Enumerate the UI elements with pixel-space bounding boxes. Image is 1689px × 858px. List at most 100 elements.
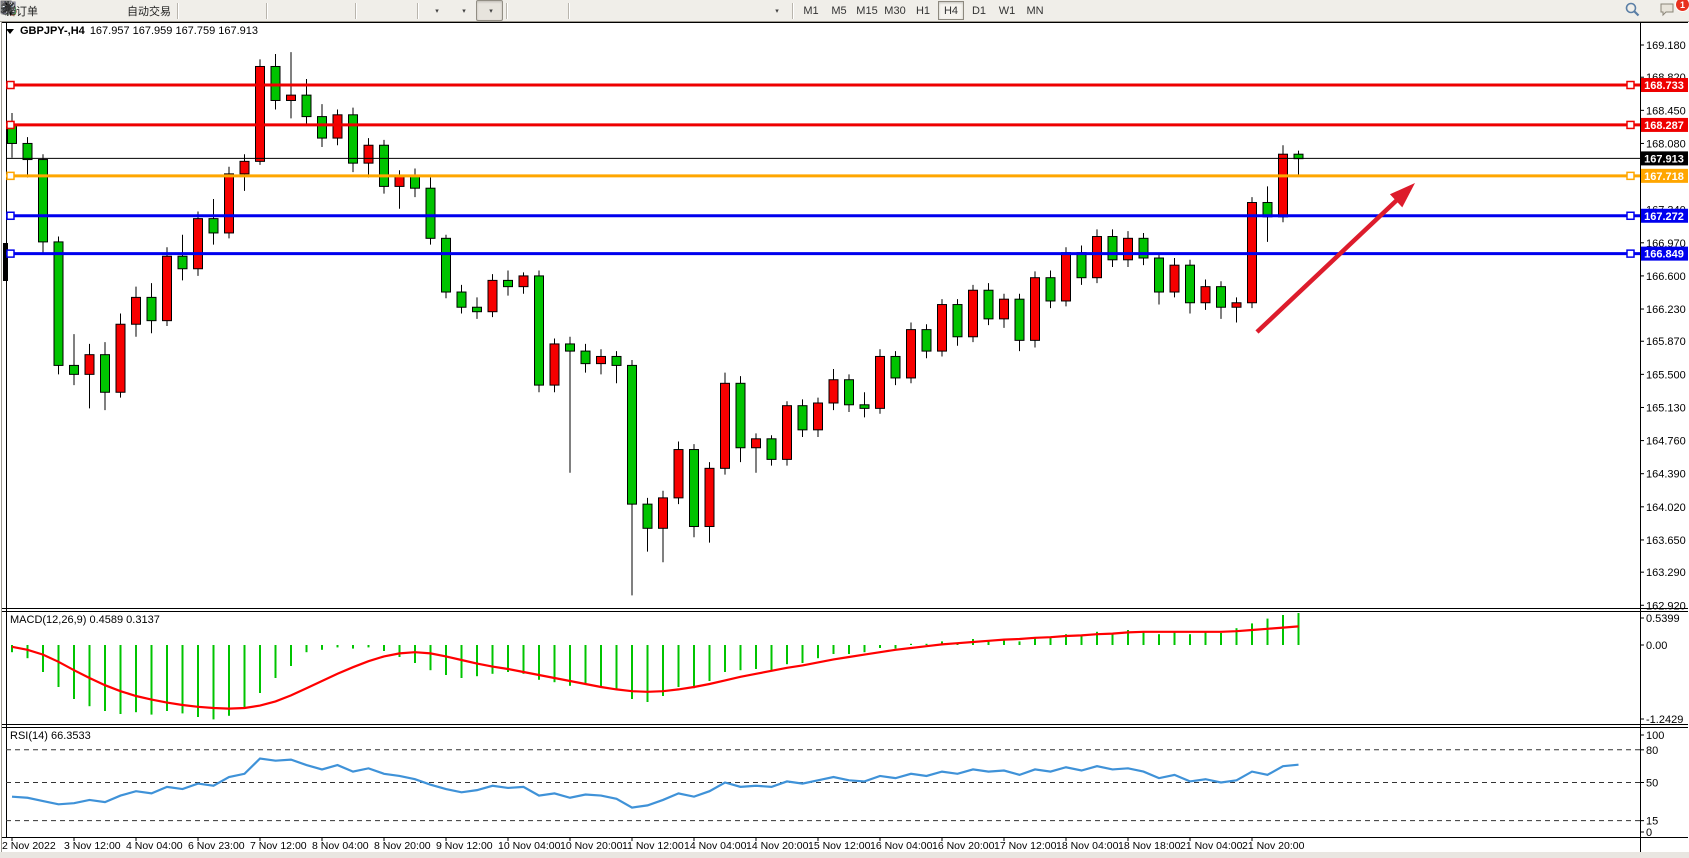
chevron-down-icon[interactable]: ▾ bbox=[462, 7, 466, 15]
shapes-button[interactable]: ▾ bbox=[762, 0, 789, 21]
svg-text:167.913: 167.913 bbox=[1644, 153, 1684, 165]
svg-text:168.450: 168.450 bbox=[1646, 105, 1686, 117]
auto-trading-button-label: 自动交易 bbox=[127, 3, 171, 19]
trendline-button[interactable] bbox=[627, 0, 654, 21]
svg-text:18 Nov 04:00: 18 Nov 04:00 bbox=[1056, 840, 1119, 852]
tile-windows-button[interactable] bbox=[325, 0, 352, 21]
svg-text:80: 80 bbox=[1646, 745, 1658, 757]
chevron-down-icon[interactable]: ▾ bbox=[489, 7, 493, 15]
timeframe-h4-button[interactable]: H4 bbox=[938, 1, 964, 20]
cursor-button[interactable] bbox=[511, 0, 538, 21]
timeframe-m5-button[interactable]: M5 bbox=[826, 1, 852, 20]
svg-text:4 Nov 04:00: 4 Nov 04:00 bbox=[126, 840, 183, 852]
svg-text:18 Nov 18:00: 18 Nov 18:00 bbox=[1118, 840, 1181, 852]
svg-text:167.272: 167.272 bbox=[1644, 211, 1684, 223]
label-button[interactable]: T bbox=[735, 0, 762, 21]
timeframe-w1-button[interactable]: W1 bbox=[994, 1, 1020, 20]
add-indicator-button[interactable]: ▾ bbox=[422, 0, 449, 21]
svg-text:165.130: 165.130 bbox=[1646, 402, 1686, 414]
toolbar-right-icons: 1 bbox=[1623, 0, 1685, 21]
chevron-down-icon[interactable]: ▾ bbox=[435, 7, 439, 15]
chat-button[interactable]: 1 bbox=[1658, 0, 1685, 21]
svg-text:100: 100 bbox=[1646, 730, 1664, 742]
svg-text:9 Nov 12:00: 9 Nov 12:00 bbox=[436, 840, 493, 852]
chevron-down-icon[interactable] bbox=[6, 29, 14, 34]
indicator-up-button[interactable] bbox=[387, 0, 414, 21]
svg-text:164.020: 164.020 bbox=[1646, 502, 1686, 514]
svg-text:0: 0 bbox=[1646, 827, 1652, 839]
svg-text:168.733: 168.733 bbox=[1644, 80, 1684, 92]
svg-text:163.650: 163.650 bbox=[1646, 535, 1686, 547]
zoom-out-button[interactable] bbox=[298, 0, 325, 21]
timeframe-m15-button[interactable]: M15 bbox=[854, 1, 880, 20]
timeframe-h1-button[interactable]: H1 bbox=[910, 1, 936, 20]
search-button[interactable] bbox=[1623, 0, 1650, 21]
toolbar-separator bbox=[417, 3, 419, 19]
trading-platform-window: 169.180168.820168.450168.080167.710167.3… bbox=[0, 0, 1689, 858]
svg-text:-1.2429: -1.2429 bbox=[1646, 714, 1683, 726]
fibo-button[interactable]: F bbox=[681, 0, 708, 21]
community-button[interactable] bbox=[68, 0, 95, 21]
svg-text:14 Nov 04:00: 14 Nov 04:00 bbox=[684, 840, 747, 852]
timeframe-d1-button[interactable]: D1 bbox=[966, 1, 992, 20]
indicator-window-button[interactable] bbox=[360, 0, 387, 21]
svg-text:7 Nov 12:00: 7 Nov 12:00 bbox=[250, 840, 307, 852]
line-chart-button[interactable] bbox=[236, 0, 263, 21]
svg-text:8 Nov 04:00: 8 Nov 04:00 bbox=[312, 840, 369, 852]
timeframe-mn-button[interactable]: MN bbox=[1022, 1, 1048, 20]
timeframe-m1-button[interactable]: M1 bbox=[798, 1, 824, 20]
bar-chart-button[interactable] bbox=[182, 0, 209, 21]
gold-button[interactable] bbox=[41, 0, 68, 21]
svg-text:166.600: 166.600 bbox=[1646, 271, 1686, 283]
svg-text:162.920: 162.920 bbox=[1646, 600, 1686, 612]
channel-button[interactable]: E bbox=[654, 0, 681, 21]
svg-text:0.00: 0.00 bbox=[1646, 640, 1667, 652]
time-axis[interactable]: 2 Nov 2022 3 Nov 12:00 4 Nov 04:00 6 Nov 23… bbox=[2, 837, 1305, 852]
svg-text:15: 15 bbox=[1646, 816, 1658, 828]
symbol-period-label: GBPJPY-,H4 bbox=[20, 25, 85, 37]
auto-trading-button[interactable]: 自动交易 bbox=[122, 0, 174, 21]
signals-button[interactable] bbox=[95, 0, 122, 21]
svg-text:3 Nov 12:00: 3 Nov 12:00 bbox=[64, 840, 121, 852]
svg-text:164.760: 164.760 bbox=[1646, 436, 1686, 448]
toolbar-separator bbox=[177, 3, 179, 19]
svg-text:8 Nov 20:00: 8 Nov 20:00 bbox=[374, 840, 431, 852]
template-button[interactable]: ▾ bbox=[476, 0, 503, 21]
toolbar-separator bbox=[355, 3, 357, 19]
svg-text:6 Nov 23:00: 6 Nov 23:00 bbox=[188, 840, 245, 852]
svg-text:11 Nov 12:00: 11 Nov 12:00 bbox=[622, 840, 684, 852]
svg-text:10 Nov 20:00: 10 Nov 20:00 bbox=[560, 840, 623, 852]
text-button[interactable]: A bbox=[708, 0, 735, 21]
svg-text:50: 50 bbox=[1646, 778, 1658, 790]
candle-chart-button[interactable] bbox=[209, 0, 236, 21]
toolbar-separator bbox=[266, 3, 268, 19]
period-button[interactable]: ▾ bbox=[449, 0, 476, 21]
main-toolbar: 新订单自动交易▾▾▾EFAT▾M1M5M15M30H1H4D1W1MN1 bbox=[0, 0, 1689, 22]
hline-button[interactable] bbox=[600, 0, 627, 21]
partial-candle bbox=[3, 243, 8, 281]
svg-text:169.180: 169.180 bbox=[1646, 40, 1686, 52]
svg-text:16 Nov 20:00: 16 Nov 20:00 bbox=[932, 840, 995, 852]
chart-title: GBPJPY-,H4 167.957 167.959 167.759 167.9… bbox=[6, 25, 258, 37]
svg-text:165.870: 165.870 bbox=[1646, 336, 1686, 348]
svg-text:166.230: 166.230 bbox=[1646, 304, 1686, 316]
vline-button[interactable] bbox=[573, 0, 600, 21]
chevron-down-icon[interactable]: ▾ bbox=[775, 7, 779, 15]
toolbar-separator bbox=[792, 3, 794, 19]
crosshair-button[interactable] bbox=[538, 0, 565, 21]
svg-text:168.287: 168.287 bbox=[1644, 120, 1684, 132]
zoom-in-button[interactable] bbox=[271, 0, 298, 21]
svg-text:0.5399: 0.5399 bbox=[1646, 613, 1680, 625]
svg-text:21 Nov 04:00: 21 Nov 04:00 bbox=[1180, 840, 1243, 852]
toolbar-separator bbox=[568, 3, 570, 19]
timeframe-m30-button[interactable]: M30 bbox=[882, 1, 908, 20]
svg-text:2 Nov 2022: 2 Nov 2022 bbox=[2, 840, 56, 852]
svg-text:163.290: 163.290 bbox=[1646, 567, 1686, 579]
svg-text:16 Nov 04:00: 16 Nov 04:00 bbox=[870, 840, 933, 852]
svg-text:166.849: 166.849 bbox=[1644, 249, 1684, 261]
svg-text:165.500: 165.500 bbox=[1646, 369, 1686, 381]
chart-canvas[interactable]: 169.180168.820168.450168.080167.710167.3… bbox=[0, 0, 1689, 858]
notification-badge: 1 bbox=[1675, 0, 1689, 12]
svg-text:21 Nov 20:00: 21 Nov 20:00 bbox=[1242, 840, 1305, 852]
svg-text:164.390: 164.390 bbox=[1646, 469, 1686, 481]
